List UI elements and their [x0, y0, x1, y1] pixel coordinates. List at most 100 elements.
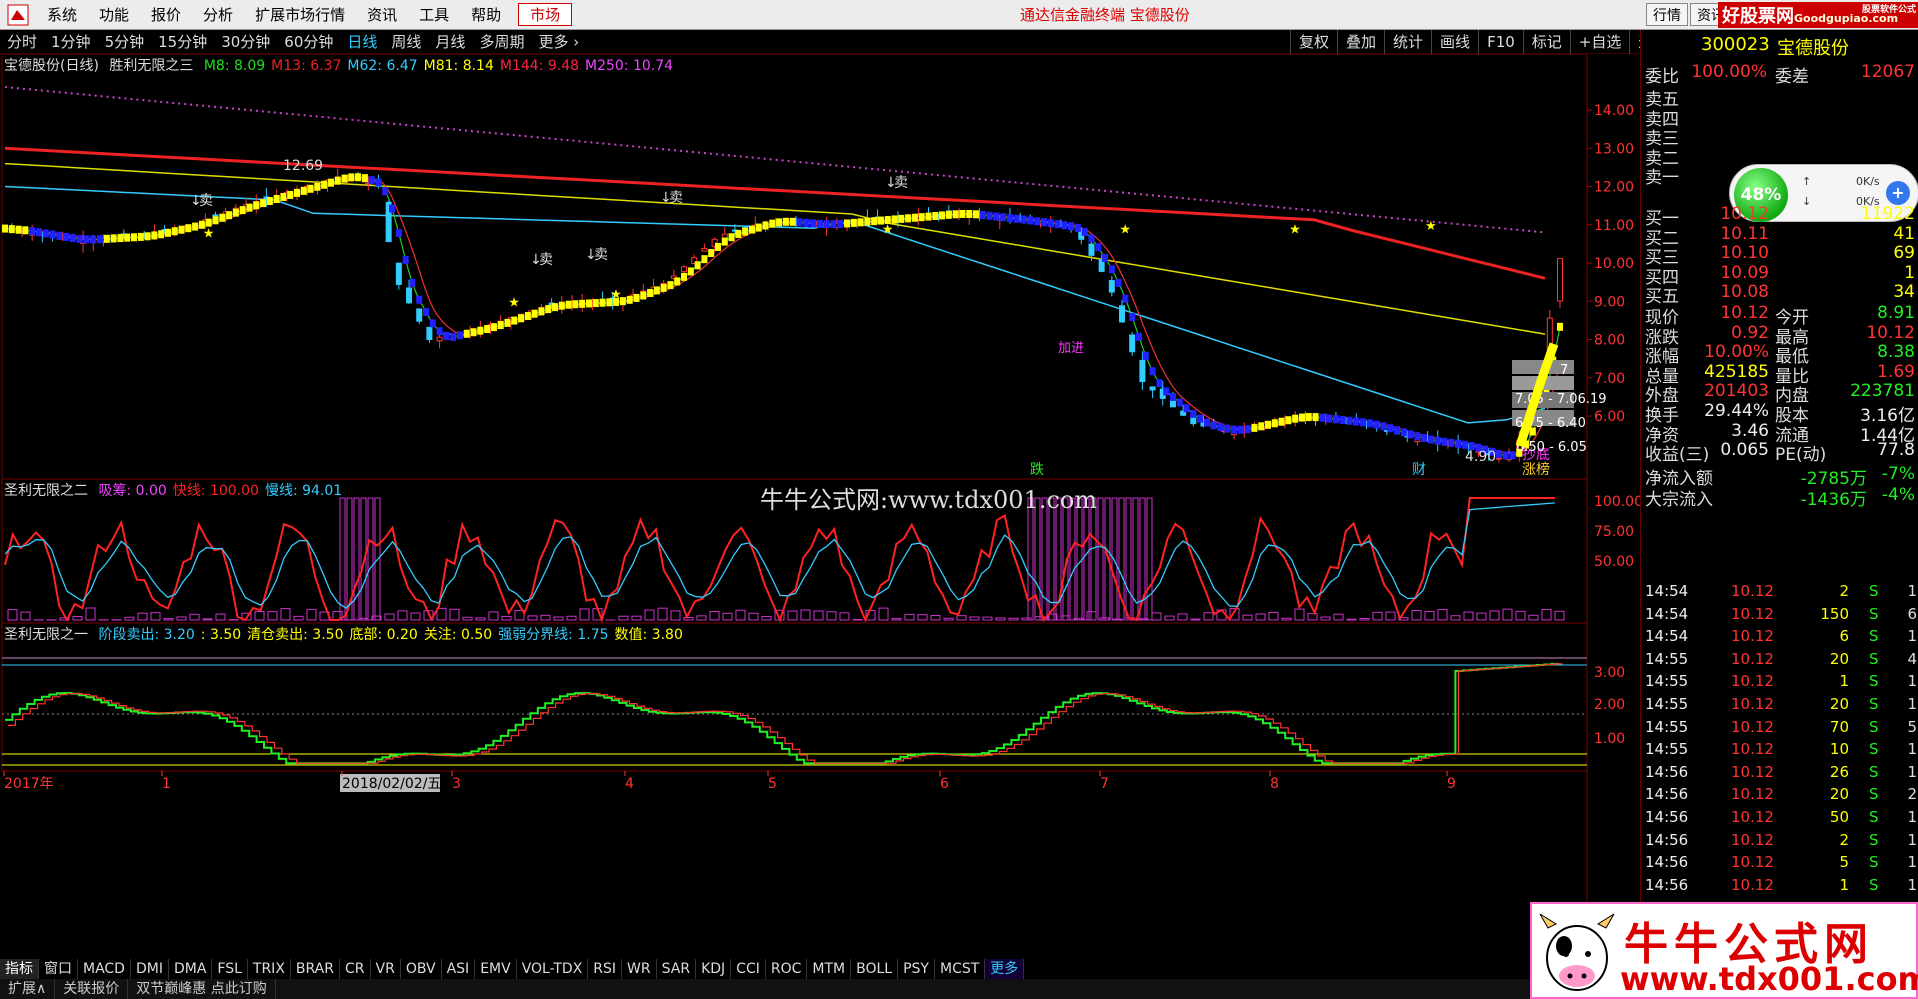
- price-axis-label: 9.00: [1594, 294, 1625, 310]
- chart-area[interactable]: 14.00 13.00 12.00 11.00 10.00 9.00 8.00 7.00 6.0…: [0, 54, 1640, 959]
- absorb-small-bar: [982, 616, 993, 621]
- tick-side: S: [1869, 695, 1879, 713]
- indicator-tab-1[interactable]: 窗口: [39, 959, 78, 979]
- trend-block: [565, 300, 572, 309]
- indicator-tabs: 指标 窗口 MACD DMI DMA FSL TRIX BRAR CR VR OBV ASI EMV VO…: [0, 959, 1040, 979]
- indicator-tab-20[interactable]: MTM: [807, 959, 852, 979]
- bottom-btn-2[interactable]: 双节巅峰惠 点此订购: [128, 979, 276, 999]
- tick-count: 1: [1907, 582, 1917, 600]
- ad-banner-top[interactable]: 好股票网Goodgupiao.com 股票软件公式: [1718, 2, 1918, 28]
- trend-block: [2, 224, 8, 233]
- trend-block: [973, 210, 980, 219]
- period-1[interactable]: 1分钟: [44, 31, 98, 52]
- period-2[interactable]: 5分钟: [98, 31, 152, 52]
- indicator-tab-0[interactable]: 指标: [0, 959, 39, 979]
- indicator-tab-14[interactable]: RSI: [588, 959, 623, 979]
- indicator-tab-9[interactable]: VR: [371, 959, 401, 979]
- absorb-small-bar: [202, 618, 213, 621]
- period-7[interactable]: 周线: [384, 31, 428, 52]
- stat-value: 0.065: [1720, 440, 1769, 461]
- indicator-tab-2[interactable]: MACD: [78, 959, 131, 979]
- period-4[interactable]: 30分钟: [214, 31, 277, 52]
- period-8[interactable]: 月线: [428, 31, 472, 52]
- indicator-tab-3[interactable]: DMI: [131, 959, 169, 979]
- toolbar-btn-2[interactable]: 统计: [1384, 30, 1431, 54]
- trend-block: [164, 228, 171, 237]
- trend-block: [592, 299, 599, 308]
- period-3[interactable]: 15分钟: [151, 31, 214, 52]
- stat-value-2: 8.38: [1877, 342, 1915, 363]
- indicator-tab-21[interactable]: BOLL: [851, 959, 899, 979]
- period-6[interactable]: 日线: [340, 31, 384, 52]
- indicator-tab-8[interactable]: CR: [340, 959, 371, 979]
- mid-axis-label: 100.00: [1594, 494, 1640, 510]
- tick-row: 14:55 10.12 70 S 5: [1641, 718, 1918, 741]
- market-button[interactable]: 市场: [518, 3, 573, 26]
- indicator-tab-11[interactable]: ASI: [442, 959, 476, 979]
- low-legend-group: 阶段卖出: 3.20: 3.50 清仓卖出: 3.50 底部: 0.20 关注: 0.…: [98, 627, 688, 643]
- trend-block: [871, 217, 878, 226]
- menu-ext-market[interactable]: 扩展市场行情: [244, 4, 356, 25]
- absorb-small-bar: [1021, 617, 1032, 621]
- buy-volume: 11922: [1860, 204, 1915, 224]
- indicator-tab-22[interactable]: PSY: [898, 959, 935, 979]
- absorb-small-bar: [1437, 609, 1448, 621]
- trend-block: [1265, 420, 1272, 429]
- menu-function[interactable]: 功能: [88, 4, 140, 25]
- period-0[interactable]: 分时: [0, 31, 44, 52]
- trend-block: [1495, 450, 1502, 459]
- indicator-tab-13[interactable]: VOL-TDX: [517, 959, 589, 979]
- toolbar-btn-6[interactable]: +自选: [1569, 30, 1630, 54]
- trend-block: [409, 278, 416, 287]
- indicator-tab-24[interactable]: 更多: [985, 959, 1025, 979]
- trend-block: [1455, 439, 1462, 448]
- indicator-tab-7[interactable]: BRAR: [291, 959, 340, 979]
- indicator-tab-4[interactable]: DMA: [169, 959, 213, 979]
- trend-block: [1414, 432, 1421, 441]
- trend-block: [382, 187, 389, 196]
- toolbar-btn-3[interactable]: 画线: [1431, 30, 1478, 54]
- menu-system[interactable]: 系统: [36, 4, 88, 25]
- indicator-tab-10[interactable]: OBV: [401, 959, 442, 979]
- indicator-tab-17[interactable]: KDJ: [696, 959, 732, 979]
- plus-icon[interactable]: +: [1886, 181, 1910, 205]
- menu-quote[interactable]: 报价: [140, 4, 192, 25]
- period-9[interactable]: 多周期: [472, 31, 531, 52]
- low-legend-0: 阶段卖出: 3.20: [98, 627, 195, 643]
- period-5[interactable]: 60分钟: [277, 31, 340, 52]
- ma-legend-3: M81: 8.14: [423, 58, 494, 74]
- period-10[interactable]: 更多 ›: [531, 31, 586, 52]
- trend-block: [660, 283, 667, 292]
- mid-legend: 圣利无限之二 吸筹: 0.00 快线: 100.00 慢线: 94.01: [4, 480, 354, 500]
- indicator-tab-23[interactable]: MCST: [935, 959, 986, 979]
- absorb-small-bar: [917, 614, 928, 621]
- indicator-tab-19[interactable]: ROC: [766, 959, 808, 979]
- trend-block: [334, 176, 341, 185]
- menu-news[interactable]: 资讯: [356, 4, 408, 25]
- bottom-btn-0[interactable]: 扩展∧: [0, 979, 56, 999]
- indicator-tab-6[interactable]: TRIX: [248, 959, 291, 979]
- toolbar-btn-5[interactable]: 标记: [1522, 30, 1570, 54]
- trend-block: [674, 277, 681, 286]
- high-label: 12.69: [283, 158, 323, 174]
- sell-signal: 卖: [894, 175, 908, 191]
- indicator-tab-15[interactable]: WR: [622, 959, 657, 979]
- chart-toolbar: 复权叠加统计画线F10标记+自选返回: [1290, 30, 1676, 54]
- menu-tools[interactable]: 工具: [408, 4, 460, 25]
- toolbar-btn-4[interactable]: F10: [1478, 30, 1523, 54]
- mid-formula: 圣利无限之二: [4, 483, 88, 499]
- indicator-tab-16[interactable]: SAR: [657, 959, 697, 979]
- indicator-tab-5[interactable]: FSL: [212, 959, 248, 979]
- absorb-small-bar: [488, 611, 499, 621]
- trend-block: [375, 178, 382, 187]
- menu-help[interactable]: 帮助: [460, 4, 512, 25]
- bottom-btn-1[interactable]: 关联报价: [55, 979, 129, 999]
- tick-time: 14:55: [1645, 717, 1689, 736]
- quote-tab-button[interactable]: 行情: [1646, 3, 1688, 26]
- indicator-tab-12[interactable]: EMV: [475, 959, 517, 979]
- toolbar-btn-0[interactable]: 复权: [1290, 30, 1337, 54]
- toolbar-btn-1[interactable]: 叠加: [1337, 30, 1384, 54]
- absorb-bar: [1090, 497, 1097, 621]
- menu-analysis[interactable]: 分析: [192, 4, 244, 25]
- indicator-tab-18[interactable]: CCI: [731, 959, 766, 979]
